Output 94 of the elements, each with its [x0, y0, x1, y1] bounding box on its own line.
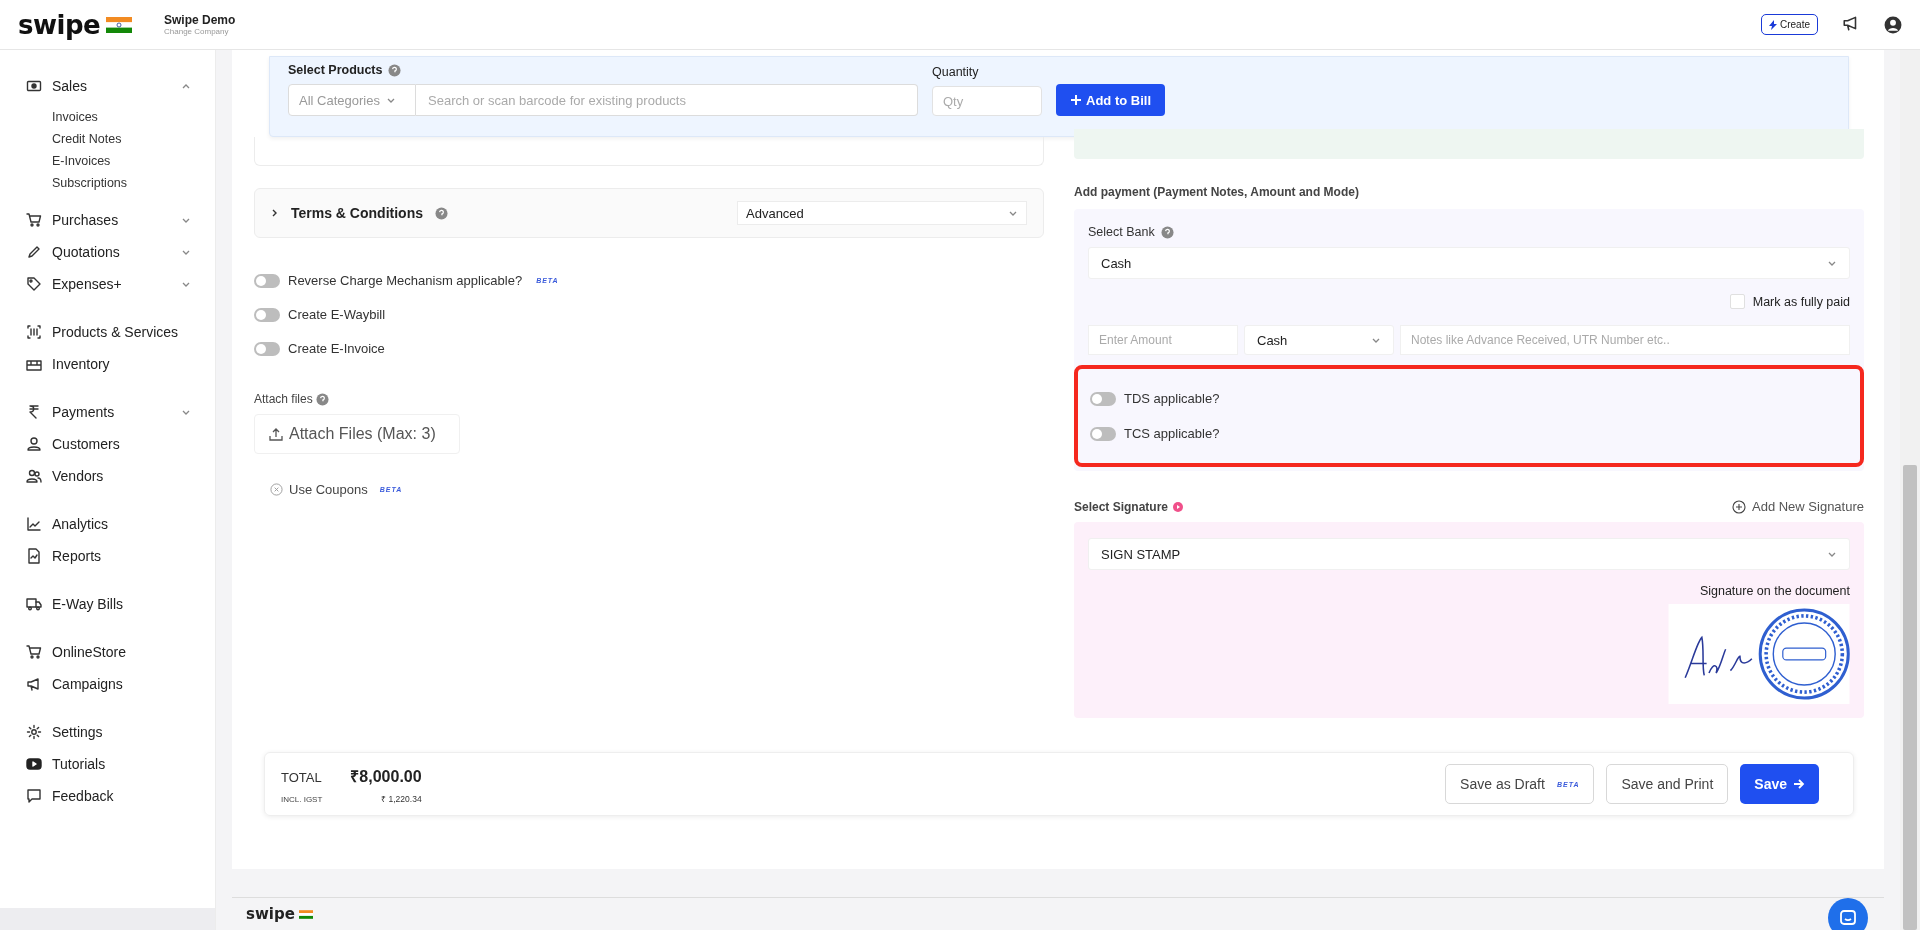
sidebar-item[interactable]: Payments: [0, 396, 215, 428]
field-label: Attach files: [254, 392, 313, 406]
sidebar-item[interactable]: Settings: [0, 716, 215, 748]
sidebar-item[interactable]: Campaigns: [0, 668, 215, 700]
footer-logo: swipe: [246, 905, 295, 923]
toggle-switch[interactable]: [254, 307, 280, 322]
tax-amount: ₹ 1,220.34: [380, 792, 422, 804]
people-icon: [26, 468, 42, 484]
action-button[interactable]: Save and Print: [1606, 764, 1729, 805]
megaphone-icon: [26, 676, 42, 692]
person-icon: [26, 436, 42, 452]
toggle-switch[interactable]: [254, 341, 280, 356]
help-icon: [434, 206, 448, 220]
payment-mode-select[interactable]: Cash: [1244, 325, 1394, 355]
barcode-icon: [26, 324, 42, 340]
rupee-icon: [26, 404, 42, 420]
tag-icon: [26, 276, 42, 292]
toggle-switch[interactable]: [1090, 391, 1116, 406]
add-signature-button[interactable]: Add New Signature: [1732, 499, 1864, 514]
save-button[interactable]: Save: [1740, 764, 1819, 805]
attach-files-button[interactable]: Attach Files (Max: 3): [254, 414, 460, 454]
product-search-field[interactable]: Search or scan barcode for existing products: [416, 84, 918, 116]
sidebar-item[interactable]: Inventory: [0, 348, 215, 380]
sidebar-item[interactable]: Vendors: [0, 460, 215, 492]
toggle-label: Create E-Invoice: [288, 341, 385, 356]
cart-icon: [26, 212, 42, 228]
tax-label: INCL. IGST: [281, 794, 323, 804]
chat-icon: [1839, 909, 1857, 928]
signature-select[interactable]: SIGN STAMP: [1088, 538, 1850, 570]
chat-button[interactable]: [1828, 898, 1868, 930]
toggle-label: TCS applicable?: [1124, 426, 1220, 441]
plus-icon: [1070, 94, 1082, 106]
field-label: Select Bank: [1088, 225, 1155, 239]
bank-select[interactable]: Cash: [1088, 247, 1850, 279]
amount-field[interactable]: Enter Amount: [1088, 325, 1238, 355]
help-icon: [388, 63, 402, 77]
cart-icon: [26, 644, 42, 660]
chat-icon: [26, 788, 42, 804]
submenu-item[interactable]: E-Invoices: [52, 154, 111, 168]
line-chart-icon: [26, 516, 42, 532]
coupon-icon: [270, 483, 283, 496]
play-icon: [1173, 501, 1184, 512]
notes-field[interactable]: Notes like Advance Received, UTR Number etc..: [1400, 325, 1850, 355]
submenu-item[interactable]: Subscriptions: [52, 176, 128, 190]
create-button[interactable]: Create: [1761, 14, 1818, 35]
sidebar-item[interactable]: Purchases: [0, 204, 215, 236]
field-label: Select Products: [288, 63, 383, 77]
scrollbar-thumb[interactable]: [1903, 465, 1917, 930]
sidebar-item[interactable]: Expenses+: [0, 268, 215, 300]
toggle-label: TDS applicable?: [1124, 391, 1220, 406]
sidebar-item[interactable]: Tutorials: [0, 748, 215, 780]
sidebar-item[interactable]: Feedback: [0, 780, 215, 812]
plus-circle-icon: [1732, 499, 1746, 514]
toggle-label: Create E-Waybill: [288, 307, 386, 322]
terms-select[interactable]: Advanced: [737, 201, 1027, 225]
help-icon: [1160, 225, 1174, 239]
add-to-bill-button[interactable]: Add to Bill: [1056, 84, 1165, 116]
sidebar-item[interactable]: Analytics: [0, 508, 215, 540]
sidebar-item[interactable]: Customers: [0, 428, 215, 460]
submenu-item[interactable]: Invoices: [52, 110, 98, 124]
total-label: TOTAL: [281, 769, 323, 785]
field-label: Select Signature: [1074, 499, 1169, 514]
video-play-icon: [26, 756, 42, 772]
cash-icon: [26, 78, 42, 94]
fully-paid-checkbox[interactable]: Mark as fully paid: [1729, 294, 1850, 309]
section-title: Add payment (Payment Notes, Amount and Mode): [1074, 185, 1360, 199]
quantity-field[interactable]: Qty: [932, 86, 1042, 116]
logo[interactable]: swipe: [18, 9, 101, 40]
help-icon: [315, 392, 329, 406]
caption: Signature on the document: [1699, 584, 1850, 598]
report-icon: [26, 548, 42, 564]
sidebar-item[interactable]: E-Way Bills: [0, 588, 215, 620]
lightning-icon: [1769, 19, 1777, 30]
sidebar-item[interactable]: OnlineStore: [0, 636, 215, 668]
sidebar-item[interactable]: Quotations: [0, 236, 215, 268]
toggle-label: Reverse Charge Mechanism applicable?: [288, 273, 523, 288]
toggle-switch[interactable]: [254, 273, 280, 288]
section-title: Terms & Conditions: [291, 205, 423, 221]
sidebar-item[interactable]: Reports: [0, 540, 215, 572]
flag-icon: [106, 16, 133, 33]
truck-icon: [26, 596, 42, 612]
company-name[interactable]: Swipe Demo: [164, 13, 236, 27]
field-label: Quantity: [932, 65, 979, 79]
sidebar-item[interactable]: Products & Services: [0, 316, 215, 348]
flag-icon: [298, 909, 313, 919]
toggle-switch[interactable]: [1090, 426, 1116, 441]
arrow-right-icon: [1793, 778, 1805, 791]
upload-icon: [269, 427, 283, 441]
gear-icon: [26, 724, 42, 740]
sidebar-item[interactable]: Sales: [0, 70, 215, 102]
total-amount: ₹8,000.00: [350, 766, 422, 787]
submenu-item[interactable]: Credit Notes: [52, 132, 122, 146]
pencil-icon: [26, 244, 42, 260]
account-icon[interactable]: [1884, 15, 1902, 34]
